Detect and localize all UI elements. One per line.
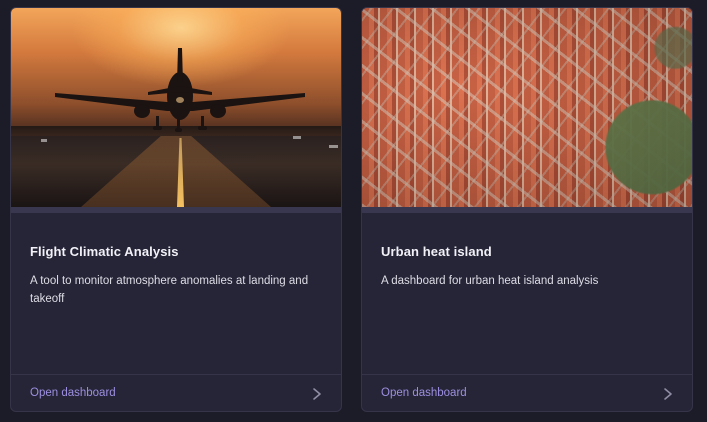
open-dashboard-button[interactable]: Open dashboard <box>11 374 341 411</box>
airplane-icon <box>41 48 338 148</box>
card-title: Flight Climatic Analysis <box>30 244 179 259</box>
open-dashboard-label[interactable]: Open dashboard <box>30 387 116 399</box>
chevron-right-icon[interactable] <box>662 387 674 401</box>
card-image-divider <box>11 207 341 213</box>
card-image-city-aerial <box>362 8 692 207</box>
image-shade <box>362 8 692 207</box>
card-title: Urban heat island <box>381 244 492 259</box>
card-image-airplane <box>11 8 341 207</box>
card-flight-climatic-analysis[interactable]: Flight Climatic Analysis A tool to monit… <box>10 7 342 412</box>
card-image-divider <box>362 207 692 213</box>
chevron-right-icon[interactable] <box>311 387 323 401</box>
card-urban-heat-island[interactable]: Urban heat island A dashboard for urban … <box>361 7 693 412</box>
open-dashboard-label[interactable]: Open dashboard <box>381 387 467 399</box>
card-description: A tool to monitor atmosphere anomalies a… <box>30 275 309 305</box>
card-description: A dashboard for urban heat island analys… <box>381 275 599 287</box>
dashboard-card-grid: Flight Climatic Analysis A tool to monit… <box>0 0 707 422</box>
open-dashboard-button[interactable]: Open dashboard <box>362 374 692 411</box>
